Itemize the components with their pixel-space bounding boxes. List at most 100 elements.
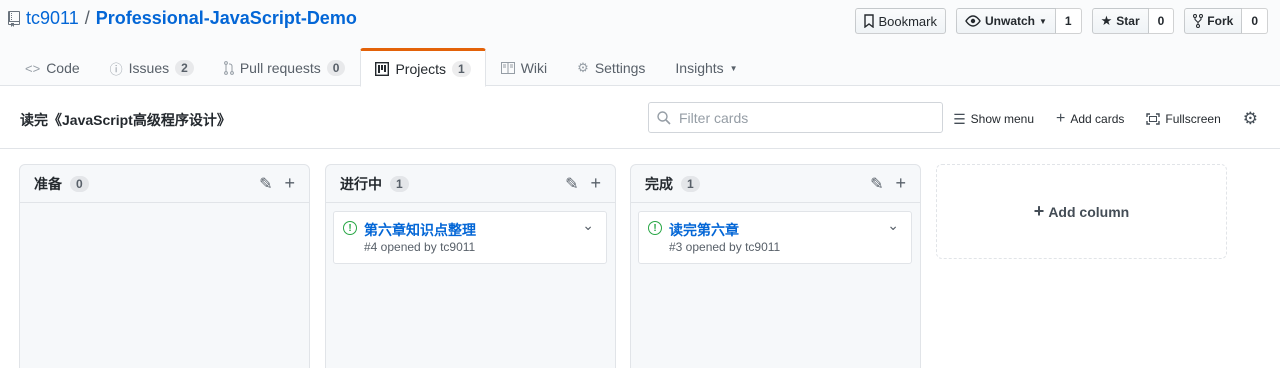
repo-actions: Bookmark Unwatch ▼ 1 ★ Star 0 Fork 0 xyxy=(855,8,1268,34)
tab-wiki[interactable]: Wiki xyxy=(486,48,562,86)
project-icon xyxy=(375,61,390,76)
star-count[interactable]: 0 xyxy=(1148,8,1175,34)
pencil-icon[interactable]: ✎ xyxy=(870,174,883,194)
column-tools: ✎ + xyxy=(870,173,906,194)
chevron-down-icon[interactable]: ⌄ xyxy=(887,217,899,234)
tab-pull-requests[interactable]: Pull requests 0 xyxy=(209,48,361,86)
star-group: ★ Star 0 xyxy=(1091,8,1175,34)
plus-icon: + xyxy=(1033,201,1045,221)
repo-name-link[interactable]: Professional-JavaScript-Demo xyxy=(96,8,357,29)
fork-count[interactable]: 0 xyxy=(1242,8,1268,34)
issues-counter: 2 xyxy=(175,60,194,76)
repo-owner-link[interactable]: tc9011 xyxy=(26,8,79,29)
column-card-count: 1 xyxy=(390,175,409,192)
plus-icon[interactable]: + xyxy=(895,173,906,194)
tab-wiki-label: Wiki xyxy=(520,60,548,76)
code-icon: <> xyxy=(25,60,41,76)
tab-settings-label: Settings xyxy=(594,60,646,76)
fullscreen-label: Fullscreen xyxy=(1165,112,1221,126)
chevron-down-icon: ▼ xyxy=(729,63,738,73)
open-issue-icon: ! xyxy=(343,221,357,235)
project-column-done: 完成 1 ✎ + ! 读完第六章 #3 opened by tc9011 ⌄ xyxy=(630,164,921,368)
issue-card-meta: #3 opened by tc9011 xyxy=(669,240,781,254)
tab-settings[interactable]: ⚙ Settings xyxy=(562,48,660,86)
pencil-icon[interactable]: ✎ xyxy=(565,174,578,194)
gear-icon: ⚙ xyxy=(577,60,589,75)
add-cards-button[interactable]: + Add cards xyxy=(1056,110,1124,128)
fork-icon xyxy=(1193,14,1204,28)
tab-issues-label: Issues xyxy=(128,60,170,76)
column-name: 进行中 xyxy=(340,175,382,192)
column-name: 完成 xyxy=(645,175,673,192)
project-column-todo: 准备 0 ✎ + xyxy=(19,164,310,368)
star-icon: ★ xyxy=(1100,13,1113,28)
fullscreen-icon xyxy=(1146,113,1161,125)
chevron-down-icon[interactable]: ⌄ xyxy=(582,217,594,234)
chevron-down-icon: ▼ xyxy=(1039,16,1047,26)
project-column-in-progress: 进行中 1 ✎ + ! 第六章知识点整理 #4 opened by tc9011… xyxy=(325,164,616,368)
show-menu-button[interactable]: ☰ Show menu xyxy=(953,111,1034,128)
bookmark-button[interactable]: Bookmark xyxy=(855,8,946,34)
tab-projects[interactable]: Projects 1 xyxy=(360,48,486,87)
eye-icon xyxy=(965,15,981,27)
issue-card[interactable]: ! 读完第六章 #3 opened by tc9011 ⌄ xyxy=(638,211,912,264)
column-tools: ✎ + xyxy=(259,173,295,194)
add-column-label: Add column xyxy=(1048,203,1130,220)
menu-icon: ☰ xyxy=(953,110,966,127)
projects-counter: 1 xyxy=(452,60,471,77)
tab-pull-requests-label: Pull requests xyxy=(239,60,321,76)
filter-cards-input[interactable] xyxy=(679,109,929,126)
unwatch-button[interactable]: Unwatch ▼ xyxy=(955,8,1056,34)
show-menu-label: Show menu xyxy=(970,112,1035,126)
issue-icon: ⓘ xyxy=(109,61,123,77)
pull-request-icon xyxy=(223,61,234,75)
column-tools: ✎ + xyxy=(565,173,601,194)
fork-label: Fork xyxy=(1207,14,1234,28)
column-header: 完成 1 ✎ + xyxy=(631,165,920,203)
tab-insights[interactable]: Insights ▼ xyxy=(660,48,752,86)
bookmark-icon xyxy=(864,14,875,28)
pencil-icon[interactable]: ✎ xyxy=(259,174,272,194)
column-header: 准备 0 ✎ + xyxy=(20,165,309,203)
watch-count[interactable]: 1 xyxy=(1055,8,1082,34)
column-card-count: 0 xyxy=(70,175,89,192)
pull-requests-counter: 0 xyxy=(326,60,346,76)
repo-title: tc9011 / Professional-JavaScript-Demo xyxy=(8,8,357,29)
repo-nav: <> Code ⓘ Issues 2 Pull requests 0 Proje… xyxy=(10,48,753,87)
filter-cards-box xyxy=(648,102,943,133)
tab-code[interactable]: <> Code xyxy=(10,48,95,86)
repo-header: tc9011 / Professional-JavaScript-Demo Bo… xyxy=(0,0,1280,87)
open-issue-icon: ! xyxy=(648,221,662,235)
gear-icon: ⚙ xyxy=(1242,109,1258,128)
add-cards-label: Add cards xyxy=(1070,112,1125,126)
issue-card[interactable]: ! 第六章知识点整理 #4 opened by tc9011 ⌄ xyxy=(333,211,607,264)
issue-card-meta: #4 opened by tc9011 xyxy=(364,240,476,254)
watch-group: Unwatch ▼ 1 xyxy=(955,8,1082,34)
column-card-count: 1 xyxy=(681,175,700,192)
plus-icon[interactable]: + xyxy=(284,173,295,194)
plus-icon: + xyxy=(1056,110,1066,127)
tab-code-label: Code xyxy=(46,60,80,76)
bookmark-label: Bookmark xyxy=(878,13,937,29)
search-icon xyxy=(657,110,671,125)
project-title: 读完《JavaScript高级程序设计》 xyxy=(20,112,231,128)
star-label: Star xyxy=(1116,14,1140,28)
tab-issues[interactable]: ⓘ Issues 2 xyxy=(95,48,209,86)
fork-button[interactable]: Fork xyxy=(1184,8,1243,34)
fullscreen-button[interactable]: Fullscreen xyxy=(1146,112,1221,126)
column-name: 准备 xyxy=(34,175,62,192)
repo-separator: / xyxy=(84,8,90,28)
fork-group: Fork 0 xyxy=(1184,8,1268,34)
tab-insights-label: Insights xyxy=(675,60,724,76)
project-actions: ☰ Show menu + Add cards Fullscreen ⚙ xyxy=(953,109,1258,129)
repo-icon xyxy=(8,10,20,27)
column-header: 进行中 1 ✎ + xyxy=(326,165,615,203)
plus-icon[interactable]: + xyxy=(590,173,601,194)
project-settings-button[interactable]: ⚙ xyxy=(1243,109,1258,129)
tab-projects-label: Projects xyxy=(395,60,447,77)
star-button[interactable]: ★ Star xyxy=(1091,8,1149,34)
book-icon xyxy=(500,62,515,74)
issue-card-title[interactable]: 读完第六章 xyxy=(669,220,739,240)
add-column-button[interactable]: + Add column xyxy=(936,164,1227,259)
issue-card-title[interactable]: 第六章知识点整理 xyxy=(364,220,476,240)
